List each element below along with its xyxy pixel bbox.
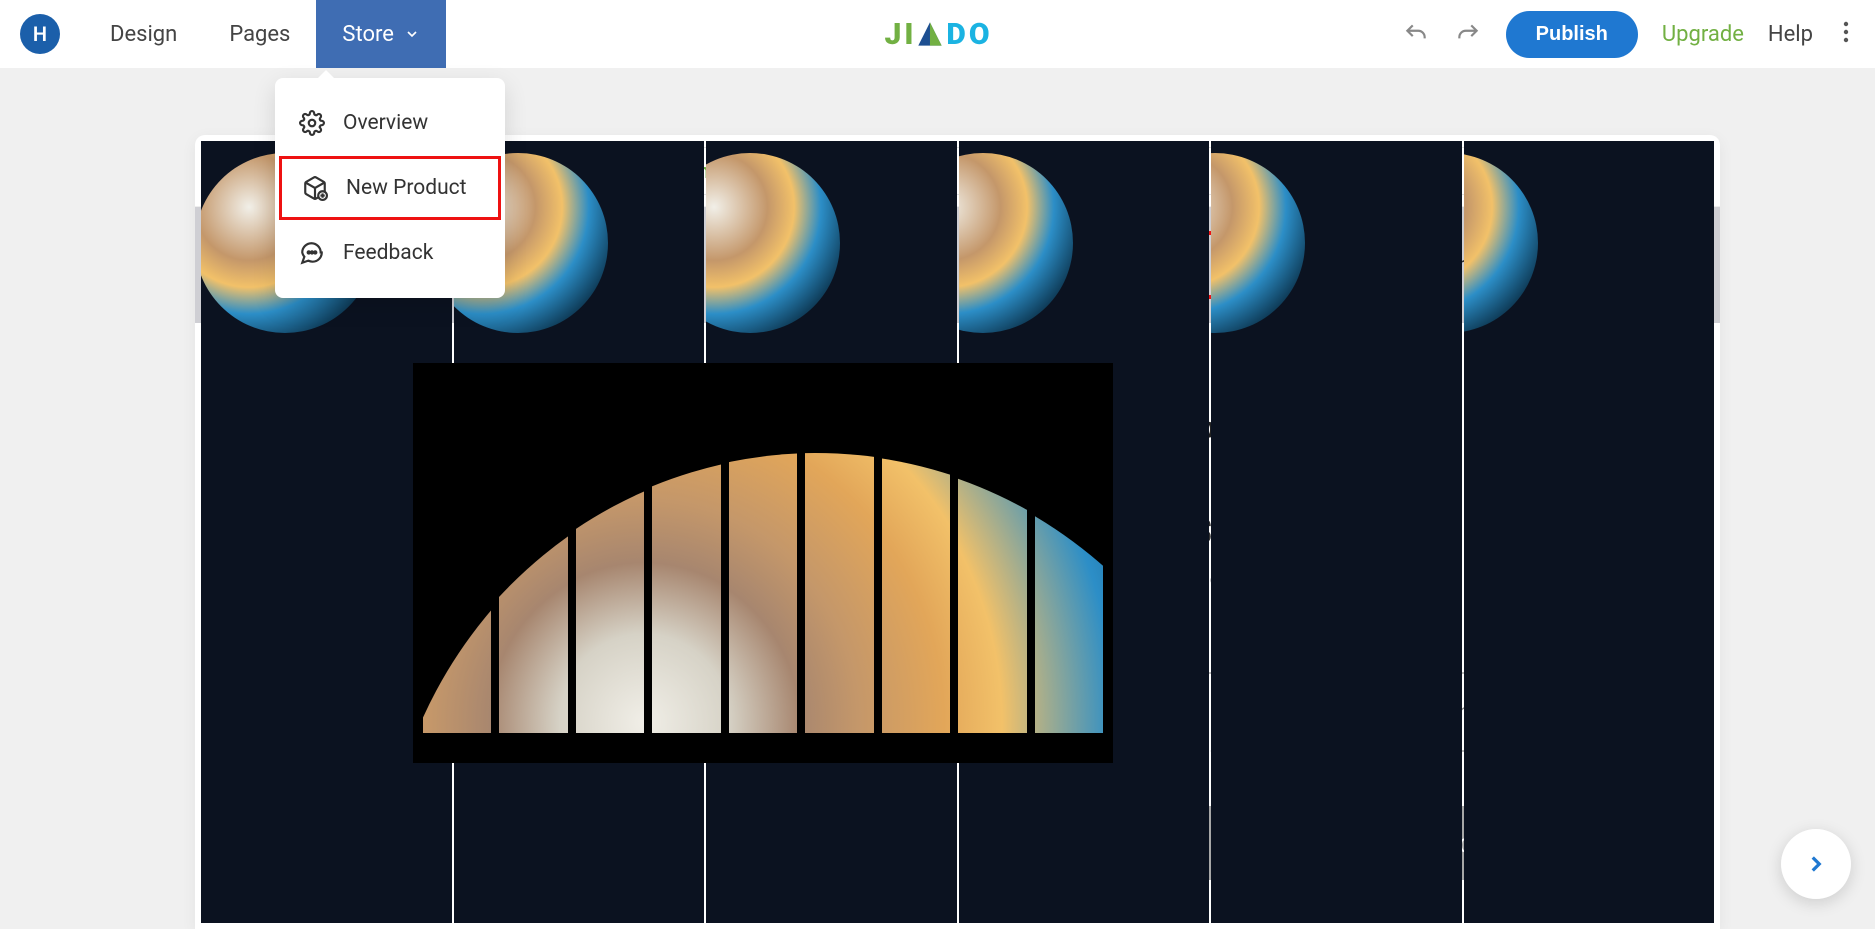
nav-design[interactable]: Design	[84, 0, 203, 68]
avatar[interactable]: H	[20, 14, 60, 54]
product-thumbnail[interactable]	[255, 363, 363, 471]
publish-button[interactable]: Publish	[1506, 11, 1638, 58]
next-fab[interactable]	[1781, 829, 1851, 899]
gear-icon	[299, 110, 325, 136]
box-plus-icon	[302, 175, 328, 201]
help-link[interactable]: Help	[1768, 22, 1813, 47]
chat-icon	[299, 240, 325, 266]
dropdown-feedback[interactable]: Feedback	[275, 222, 505, 284]
more-menu[interactable]	[1837, 20, 1855, 48]
dropdown-overview-label: Overview	[343, 111, 428, 135]
upgrade-link[interactable]: Upgrade	[1662, 22, 1744, 47]
dropdown-feedback-label: Feedback	[343, 241, 433, 265]
dropdown-overview[interactable]: Overview	[275, 92, 505, 154]
nav-store-label: Store	[342, 22, 394, 47]
topbar-right: Publish Upgrade Help	[1402, 11, 1875, 58]
nav-pages[interactable]: Pages	[203, 0, 316, 68]
product-image[interactable]	[413, 363, 1113, 763]
undo-button[interactable]	[1402, 20, 1430, 48]
store-dropdown: Overview New Product Feedback	[275, 78, 505, 298]
dropdown-new-product-label: New Product	[346, 176, 467, 200]
product-area: Product Title $1.00 including tax, plus …	[195, 323, 1720, 920]
chevron-right-icon	[1803, 851, 1829, 877]
jimdo-logo: JI DO	[884, 17, 990, 52]
app-topbar: H Design Pages Store JI DO Publish Upgra…	[0, 0, 1875, 68]
dropdown-new-product[interactable]: New Product	[279, 156, 501, 220]
chevron-down-icon	[404, 26, 420, 42]
top-nav: Design Pages Store	[84, 0, 446, 68]
nav-store[interactable]: Store	[316, 0, 446, 68]
redo-button[interactable]	[1454, 20, 1482, 48]
